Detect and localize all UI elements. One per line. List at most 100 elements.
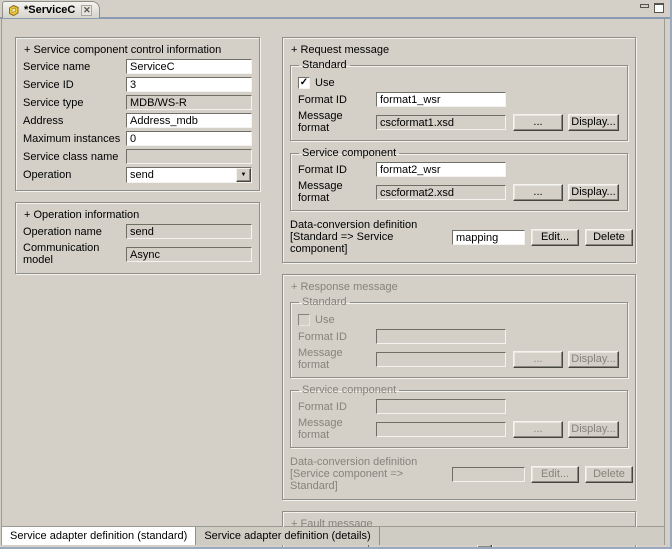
communication-model-input: Async xyxy=(126,247,252,262)
chevron-down-icon[interactable]: ▼ xyxy=(236,168,251,182)
message-format-row: Message format ... Display... xyxy=(298,347,620,371)
format-id-input xyxy=(376,329,506,344)
message-format-label: Message format xyxy=(298,180,376,204)
message-format-row: Message format cscformat1.xsd ... Displa… xyxy=(298,110,620,134)
minimize-icon[interactable] xyxy=(640,4,649,8)
browse-button: ... xyxy=(513,351,563,368)
service-class-input xyxy=(126,149,252,164)
group-title: + Response message xyxy=(291,281,628,293)
format-id-input[interactable]: format2_wsr xyxy=(376,162,506,177)
operation-name-input: send xyxy=(126,224,252,239)
group-operation-info: + Operation information Operation name s… xyxy=(15,202,260,274)
fieldset-legend: Service component xyxy=(299,147,399,159)
fieldset-legend: Standard xyxy=(299,296,350,308)
operation-label: Operation xyxy=(23,169,126,181)
service-name-input[interactable]: ServiceC xyxy=(126,59,252,74)
format-id-input[interactable]: format1_wsr xyxy=(376,92,506,107)
conversion-input xyxy=(452,467,525,482)
use-label: Use xyxy=(315,314,335,326)
format-id-row: Format ID format1_wsr xyxy=(298,92,620,107)
operation-name-label: Operation name xyxy=(23,226,126,238)
use-checkbox xyxy=(298,314,310,326)
operation-combobox[interactable]: send ▼ xyxy=(126,167,252,183)
browse-button: ... xyxy=(513,421,563,438)
address-row: Address Address_mdb xyxy=(23,113,252,128)
group-request-message: + Request message Standard ✓ Use Format … xyxy=(282,37,636,263)
maximize-icon[interactable] xyxy=(654,3,664,13)
editor-tab-bar: *ServiceC ✕ xyxy=(0,0,670,19)
format-id-label: Format ID xyxy=(298,331,376,343)
group-title: + Operation information xyxy=(24,209,252,221)
group-service-component-control: + Service component control information … xyxy=(15,37,260,191)
max-instances-input[interactable]: 0 xyxy=(126,131,252,146)
operation-row: Operation send ▼ xyxy=(23,167,252,183)
display-button: Display... xyxy=(568,351,619,368)
service-class-row: Service class name xyxy=(23,149,252,164)
message-format-input: cscformat2.xsd xyxy=(376,185,506,200)
response-service-component-fieldset: Service component Format ID Message form… xyxy=(290,384,628,448)
service-type-input: MDB/WS-R xyxy=(126,95,252,110)
display-button[interactable]: Display... xyxy=(568,184,619,201)
response-conversion-row: Data-conversion definition [Service comp… xyxy=(290,456,628,492)
address-input[interactable]: Address_mdb xyxy=(126,113,252,128)
group-title: + Request message xyxy=(291,44,628,56)
edit-button: Edit... xyxy=(531,466,579,483)
message-format-label: Message format xyxy=(298,347,376,371)
conversion-label: Data-conversion definition [Service comp… xyxy=(290,456,452,492)
editor-content: + Service component control information … xyxy=(1,19,665,527)
group-response-message: + Response message Standard Use Format I… xyxy=(282,274,636,500)
tab-service-adapter-details[interactable]: Service adapter definition (details) xyxy=(196,527,379,545)
format-id-label: Format ID xyxy=(298,164,376,176)
editor-window: *ServiceC ✕ + Service component control … xyxy=(0,0,672,549)
message-format-input xyxy=(376,352,506,367)
service-adapter-icon xyxy=(7,4,20,17)
service-type-label: Service type xyxy=(23,97,126,109)
format-id-label: Format ID xyxy=(298,401,376,413)
bottom-tab-bar: Service adapter definition (standard) Se… xyxy=(1,527,665,545)
conversion-input[interactable]: mapping xyxy=(452,230,525,245)
use-row: Use xyxy=(298,314,620,326)
use-row: ✓ Use xyxy=(298,77,620,89)
message-format-row: Message format cscformat2.xsd ... Displa… xyxy=(298,180,620,204)
format-id-label: Format ID xyxy=(298,94,376,106)
operation-value: send xyxy=(127,168,236,182)
request-standard-fieldset: Standard ✓ Use Format ID format1_wsr Mes… xyxy=(290,59,628,141)
format-id-row: Format ID format2_wsr xyxy=(298,162,620,177)
operation-name-row: Operation name send xyxy=(23,224,252,239)
request-service-component-fieldset: Service component Format ID format2_wsr … xyxy=(290,147,628,211)
browse-button[interactable]: ... xyxy=(513,114,563,131)
use-label: Use xyxy=(315,77,335,89)
service-type-row: Service type MDB/WS-R xyxy=(23,95,252,110)
conversion-label: Data-conversion definition [Standard => … xyxy=(290,219,452,255)
view-window-controls xyxy=(640,3,664,13)
service-id-label: Service ID xyxy=(23,79,126,91)
request-conversion-row: Data-conversion definition [Standard => … xyxy=(290,219,628,255)
delete-button[interactable]: Delete xyxy=(585,229,633,246)
message-format-input: cscformat1.xsd xyxy=(376,115,506,130)
display-button[interactable]: Display... xyxy=(568,114,619,131)
service-name-label: Service name xyxy=(23,61,126,73)
service-id-input[interactable]: 3 xyxy=(126,77,252,92)
editor-tab-title: *ServiceC xyxy=(24,4,75,16)
group-title: + Service component control information xyxy=(24,44,252,56)
message-format-label: Message format xyxy=(298,417,376,441)
message-format-label: Message format xyxy=(298,110,376,134)
message-format-row: Message format ... Display... xyxy=(298,417,620,441)
service-name-row: Service name ServiceC xyxy=(23,59,252,74)
use-checkbox[interactable]: ✓ xyxy=(298,77,310,89)
close-icon[interactable]: ✕ xyxy=(81,5,92,16)
edit-button[interactable]: Edit... xyxy=(531,229,579,246)
fieldset-legend: Service component xyxy=(299,384,399,396)
browse-button[interactable]: ... xyxy=(513,184,563,201)
max-instances-label: Maximum instances xyxy=(23,133,126,145)
message-format-input xyxy=(376,422,506,437)
format-id-input xyxy=(376,399,506,414)
delete-button: Delete xyxy=(585,466,633,483)
response-standard-fieldset: Standard Use Format ID Message format ..… xyxy=(290,296,628,378)
tab-service-adapter-standard[interactable]: Service adapter definition (standard) xyxy=(2,527,196,545)
editor-tab-servicec[interactable]: *ServiceC ✕ xyxy=(2,1,100,18)
display-button: Display... xyxy=(568,421,619,438)
format-id-row: Format ID xyxy=(298,329,620,344)
service-id-row: Service ID 3 xyxy=(23,77,252,92)
max-instances-row: Maximum instances 0 xyxy=(23,131,252,146)
